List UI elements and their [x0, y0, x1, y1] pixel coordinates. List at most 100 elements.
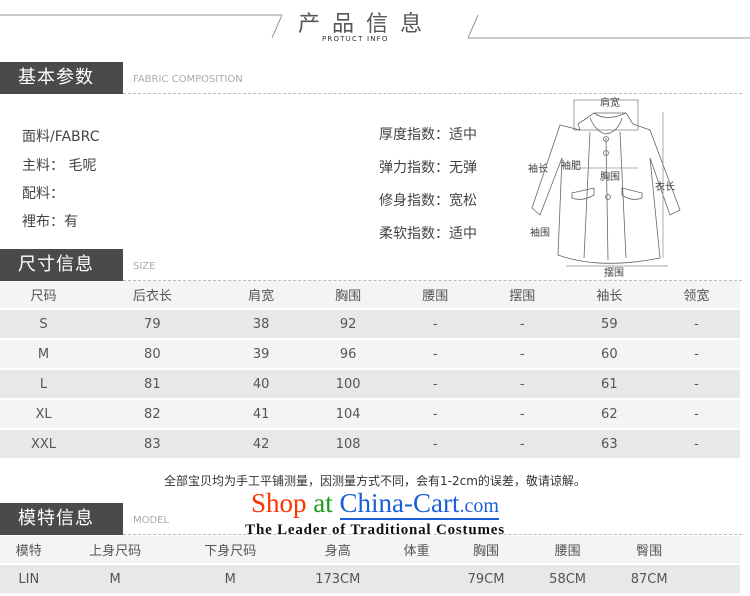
main-material: 主料： 毛呢	[22, 158, 97, 174]
table-row: L 81 40 100 - - 61 -	[0, 369, 740, 400]
cell: -	[478, 369, 566, 400]
title-en: PROTUCT INFO	[322, 35, 389, 43]
diagram-label-sleeve-width: 袖肥	[561, 161, 581, 172]
header-cell: 身高	[287, 536, 388, 565]
product-info-title: 产品信息 PROTUCT INFO	[0, 0, 750, 50]
fabric-label: 面料/FABRC	[22, 129, 100, 145]
table-row: S 79 38 92 - - 59 -	[0, 309, 740, 340]
cell: 173CM	[287, 564, 388, 595]
diagram-label-sleeve-length: 袖长	[528, 164, 548, 175]
cell: XXL	[0, 429, 88, 460]
table-header-row: 模特 上身尺码 下身尺码 身高 体重 胸围 腰围 臀围	[0, 536, 740, 565]
model-table: 模特 上身尺码 下身尺码 身高 体重 胸围 腰围 臀围 LIN M M 173C…	[0, 536, 740, 595]
diagram-label-shoulder: 肩宽	[600, 98, 620, 109]
header-cell: 腰围	[391, 281, 479, 310]
cell: -	[478, 399, 566, 430]
header-cell: 领宽	[652, 281, 740, 310]
cell: 108	[304, 429, 392, 460]
header-cell: 下身尺码	[172, 536, 288, 565]
table-row: XL 82 41 104 - - 62 -	[0, 399, 740, 430]
section-title: 模特信息	[0, 503, 123, 535]
header-cell: 体重	[387, 536, 446, 565]
section-title: 基本参数	[0, 62, 123, 94]
lining: 裡布：有	[22, 214, 78, 230]
section-subtitle: FABRIC COMPOSITION	[133, 74, 243, 85]
fit-index: 修身指数：宽松	[379, 193, 477, 209]
cell: -	[391, 369, 479, 400]
header-cell: 模特	[0, 536, 58, 565]
cell: -	[478, 309, 566, 340]
cell: M	[57, 564, 173, 595]
cell: 80	[87, 339, 218, 370]
section-size-header: 尺寸信息 SIZE	[0, 249, 750, 281]
header-cell: 胸围	[445, 536, 527, 565]
header-cell: 上身尺码	[57, 536, 173, 565]
header-cell: 袖长	[565, 281, 653, 310]
watermark-com: .com	[459, 495, 499, 517]
header-cell: 肩宽	[217, 281, 305, 310]
spacer-cell	[690, 536, 740, 565]
cell: 60	[565, 339, 653, 370]
cell: 38	[217, 309, 305, 340]
cell: L	[0, 369, 88, 400]
header-cell: 臀围	[608, 536, 690, 565]
measurement-note: 全部宝贝均为手工平铺测量，因测量方式不同，会有1-2cm的误差，敬请谅解。	[164, 474, 586, 488]
cell: 39	[217, 339, 305, 370]
table-row: M 80 39 96 - - 60 -	[0, 339, 740, 370]
table-row: XXL 83 42 108 - - 63 -	[0, 429, 740, 460]
cell: -	[391, 399, 479, 430]
size-table: 尺码 后衣长 肩宽 胸围 腰围 摆围 袖长 领宽 S 79 38 92 - - …	[0, 281, 740, 460]
cell: 59	[565, 309, 653, 340]
watermark-at: at	[313, 488, 333, 518]
cell: 41	[217, 399, 305, 430]
cell: 83	[87, 429, 218, 460]
cell: -	[652, 339, 740, 370]
cell: 100	[304, 369, 392, 400]
cell: 81	[87, 369, 218, 400]
cell: 62	[565, 399, 653, 430]
diagram-label-length: 衣长	[655, 182, 675, 193]
cell: 87CM	[608, 564, 690, 595]
cell: 40	[217, 369, 305, 400]
thickness-index: 厚度指数：适中	[379, 127, 477, 143]
cell: -	[652, 369, 740, 400]
cell: LIN	[0, 564, 58, 595]
elasticity-index: 弹力指数：无弹	[379, 160, 477, 176]
watermark-shop: Shop	[251, 488, 307, 518]
cell: -	[391, 339, 479, 370]
cell: -	[391, 309, 479, 340]
spacer-cell	[690, 564, 740, 595]
cell: -	[478, 429, 566, 460]
cell: -	[652, 309, 740, 340]
section-subtitle: MODEL	[133, 515, 170, 526]
cell: -	[391, 429, 479, 460]
cell: 96	[304, 339, 392, 370]
cell: 104	[304, 399, 392, 430]
cell: 92	[304, 309, 392, 340]
header-cell: 尺码	[0, 281, 88, 310]
cell	[387, 564, 446, 595]
cell: 79	[87, 309, 218, 340]
shop-watermark: Shop at China-Cart.com The Leader of Tra…	[220, 488, 530, 539]
table-row: LIN M M 173CM 79CM 58CM 87CM	[0, 564, 740, 595]
cell: XL	[0, 399, 88, 430]
cell: 61	[565, 369, 653, 400]
cell: M	[0, 339, 88, 370]
header-cell: 腰围	[526, 536, 609, 565]
cell: -	[478, 339, 566, 370]
cell: 63	[565, 429, 653, 460]
table-header-row: 尺码 后衣长 肩宽 胸围 腰围 摆围 袖长 领宽	[0, 281, 740, 310]
section-title: 尺寸信息	[0, 249, 123, 281]
accessory-material: 配料：	[22, 186, 64, 202]
cell: M	[172, 564, 288, 595]
cell: S	[0, 309, 88, 340]
cell: 42	[217, 429, 305, 460]
cell: 58CM	[526, 564, 609, 595]
cell: 79CM	[445, 564, 527, 595]
header-cell: 后衣长	[87, 281, 218, 310]
cell: -	[652, 429, 740, 460]
cell: 82	[87, 399, 218, 430]
watermark-site: China-Cart	[339, 488, 460, 518]
diagram-label-chest: 胸围	[600, 172, 620, 183]
header-cell: 胸围	[304, 281, 392, 310]
